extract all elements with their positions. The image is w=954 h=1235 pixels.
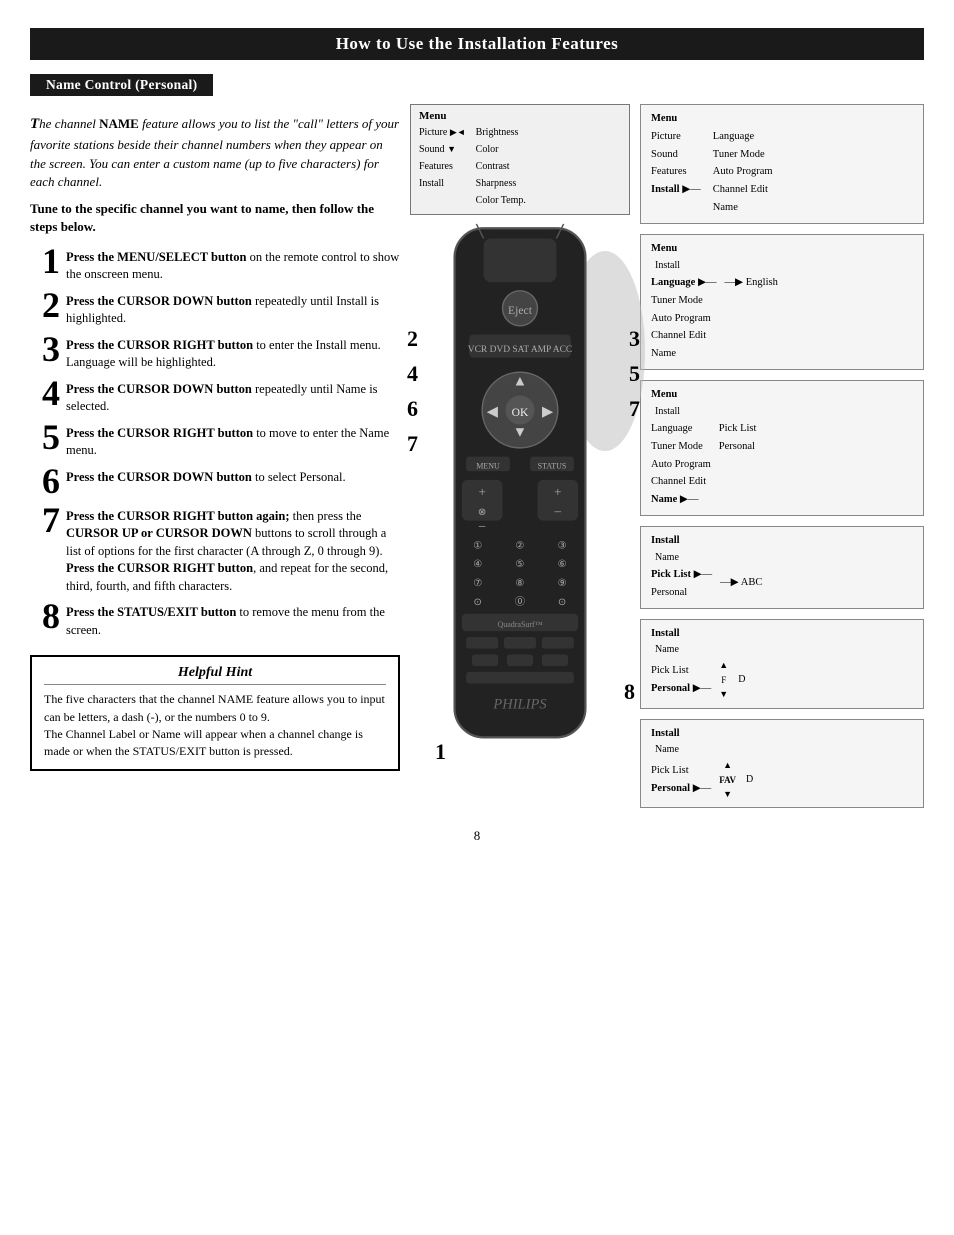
step-4-text: Press the CURSOR DOWN button repeatedly … — [66, 379, 400, 416]
step-2-text: Press the CURSOR DOWN button repeatedly … — [66, 291, 400, 328]
menu-box-5: Install Name Pick List Personal ▶― ▲ F ▼… — [640, 619, 924, 709]
step-3-number: 3 — [30, 331, 60, 367]
menu-box-1-content: Menu Picture Sound Features Install ▶― L… — [651, 111, 913, 217]
step-4: 4 Press the CURSOR DOWN button repeatedl… — [30, 379, 400, 416]
step-6: 6 Press the CURSOR DOWN button to select… — [30, 467, 400, 499]
remote-step-1: 1 — [435, 739, 446, 765]
svg-text:⑤: ⑤ — [515, 559, 524, 570]
right-column: Menu Picture Sound Features Install ▶― L… — [640, 104, 924, 808]
step-2: 2 Press the CURSOR DOWN button repeatedl… — [30, 291, 400, 328]
step-1-number: 1 — [30, 243, 60, 279]
step-2-number: 2 — [30, 287, 60, 323]
svg-text:QuadraSurf™: QuadraSurf™ — [497, 620, 542, 629]
svg-text:–: – — [478, 517, 486, 532]
svg-text:⑥: ⑥ — [558, 559, 567, 570]
menu-box-6: Install Name Pick List Personal ▶― ▲ FAV… — [640, 719, 924, 809]
step-4-number: 4 — [30, 375, 60, 411]
step-5-number: 5 — [30, 419, 60, 455]
intro-text: The channel NAME feature allows you to l… — [30, 114, 400, 192]
step-1-text: Press the MENU/SELECT button on the remo… — [66, 247, 400, 284]
remote-diagram: 2 4 6 7 3 5 7 1 8 Eject — [425, 221, 615, 745]
svg-text:+: + — [554, 484, 561, 499]
remote-step-7b: 7 — [629, 396, 640, 422]
svg-text:④: ④ — [473, 559, 482, 570]
svg-text:②: ② — [515, 540, 524, 551]
hint-box: Helpful Hint The five characters that th… — [30, 655, 400, 771]
step-7: 7 Press the CURSOR RIGHT button again; t… — [30, 506, 400, 596]
step-3: 3 Press the CURSOR RIGHT button to enter… — [30, 335, 400, 372]
menu-box-2-content: Menu Install Language ▶― Tuner Mode Auto… — [651, 241, 913, 363]
page-header: How to Use the Installation Features — [30, 28, 924, 60]
menu-box-3: Menu Install Language Tuner Mode Auto Pr… — [640, 380, 924, 516]
svg-text:◀: ◀ — [487, 404, 499, 420]
svg-text:⊙: ⊙ — [558, 597, 567, 608]
step-7-text: Press the CURSOR RIGHT button again; the… — [66, 506, 400, 596]
menu-box-2: Menu Install Language ▶― Tuner Mode Auto… — [640, 234, 924, 370]
svg-text:⑨: ⑨ — [558, 578, 567, 589]
remote-step-8: 8 — [624, 679, 635, 705]
section-title: Name Control (Personal) — [30, 74, 213, 96]
page-number: 8 — [0, 828, 954, 844]
svg-text:–: – — [554, 503, 562, 518]
hint-title: Helpful Hint — [44, 665, 386, 685]
hint-text: The five characters that the channel NAM… — [44, 691, 386, 761]
svg-text:⑧: ⑧ — [515, 578, 524, 589]
svg-text:⑦: ⑦ — [473, 578, 482, 589]
remote-step-4: 4 — [407, 361, 418, 387]
svg-text:③: ③ — [558, 540, 567, 551]
center-column: Menu Picture ▶◄ Sound ▼ Features Install… — [410, 104, 630, 808]
svg-text:▶: ▶ — [542, 404, 554, 420]
svg-text:Eject: Eject — [508, 304, 533, 317]
step-5: 5 Press the CURSOR RIGHT button to move … — [30, 423, 400, 460]
tune-instruction: Tune to the specific channel you want to… — [30, 200, 400, 236]
menu-box-4-content: Install Name Pick List ▶― Personal ―▶ AB… — [651, 533, 913, 601]
top-menu-right: Brightness Color Contrast Sharpness Colo… — [476, 124, 526, 209]
step-6-text: Press the CURSOR DOWN button to select P… — [66, 467, 346, 487]
step-8: 8 Press the STATUS/EXIT button to remove… — [30, 602, 400, 639]
top-menu-title: Menu — [419, 110, 621, 122]
remote-step-7: 7 — [407, 431, 418, 457]
step-5-text: Press the CURSOR RIGHT button to move to… — [66, 423, 400, 460]
menu-box-5-content: Install Name Pick List Personal ▶― ▲ F ▼… — [651, 626, 913, 702]
svg-text:⊗: ⊗ — [478, 507, 487, 518]
svg-text:▲: ▲ — [513, 373, 527, 389]
menu-box-3-content: Menu Install Language Tuner Mode Auto Pr… — [651, 387, 913, 509]
left-column: The channel NAME feature allows you to l… — [30, 104, 400, 808]
step-8-text: Press the STATUS/EXIT button to remove t… — [66, 602, 400, 639]
svg-text:⓪: ⓪ — [515, 596, 525, 608]
svg-text:①: ① — [473, 540, 482, 551]
step-6-number: 6 — [30, 463, 60, 499]
svg-text:▼: ▼ — [513, 424, 527, 440]
step-1: 1 Press the MENU/SELECT button on the re… — [30, 247, 400, 284]
svg-text:⊙: ⊙ — [474, 597, 483, 608]
step-7-number: 7 — [30, 502, 60, 538]
menu-box-1: Menu Picture Sound Features Install ▶― L… — [640, 104, 924, 224]
remote-step-3: 3 — [629, 326, 640, 352]
remote-step-5: 5 — [629, 361, 640, 387]
steps-list: 1 Press the MENU/SELECT button on the re… — [30, 247, 400, 640]
remote-svg: Eject VCR DVD SAT AMP ACC ▲ ▼ ◀ ▶ OK — [440, 221, 600, 745]
top-menu-left: Picture ▶◄ Sound ▼ Features Install — [419, 124, 466, 209]
step-3-text: Press the CURSOR RIGHT button to enter t… — [66, 335, 400, 372]
step-8-number: 8 — [30, 598, 60, 634]
svg-text:VCR DVD SAT AMP ACC: VCR DVD SAT AMP ACC — [468, 345, 572, 355]
svg-text:+: + — [478, 484, 485, 499]
svg-text:PHILIPS: PHILIPS — [492, 696, 547, 712]
menu-box-6-content: Install Name Pick List Personal ▶― ▲ FAV… — [651, 726, 913, 802]
svg-text:MENU: MENU — [476, 461, 500, 470]
menu-box-4: Install Name Pick List ▶― Personal ―▶ AB… — [640, 526, 924, 608]
svg-text:OK: OK — [512, 406, 529, 419]
top-menu-body: Picture ▶◄ Sound ▼ Features Install Brig… — [419, 124, 621, 209]
svg-text:STATUS: STATUS — [538, 461, 567, 470]
remote-step-2: 2 — [407, 326, 418, 352]
remote-step-6: 6 — [407, 396, 418, 422]
